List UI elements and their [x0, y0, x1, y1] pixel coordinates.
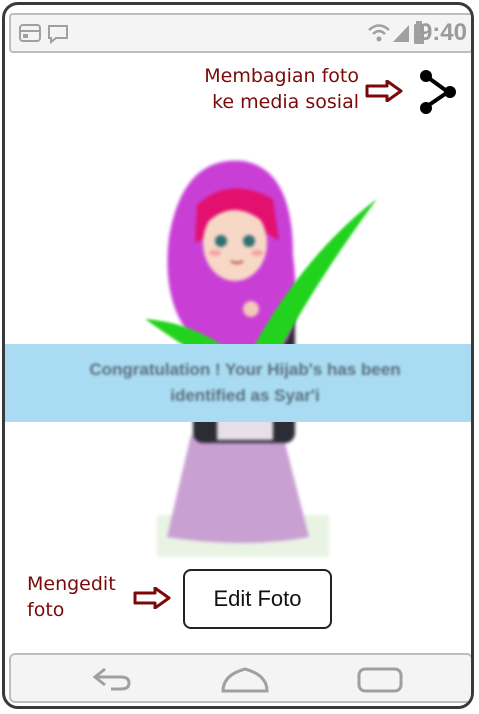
share-icon[interactable] — [417, 69, 459, 115]
edit-annotation: Mengedit foto — [27, 571, 116, 623]
status-bar: 9:40 — [9, 13, 471, 53]
navigation-bar — [9, 653, 471, 703]
edit-annotation-line2: foto — [27, 599, 65, 621]
wifi-icon — [368, 24, 390, 42]
app-window-icon — [19, 24, 41, 42]
arrow-right-icon — [133, 587, 171, 609]
share-annotation-line2: ke media sosial — [212, 91, 359, 113]
share-annotation: Membagian foto ke media sosial — [183, 63, 359, 115]
result-message: Congratulation ! Your Hijab's has been i… — [45, 357, 445, 409]
signal-icon — [393, 25, 409, 42]
share-annotation-line1: Membagian foto — [204, 65, 359, 87]
arrow-right-icon — [365, 80, 403, 102]
result-message-line2: identified as Syar'i — [170, 386, 320, 405]
phone-frame: 9:40 Membagian foto ke media sosial Cong… — [2, 2, 474, 709]
status-time: 9:40 — [418, 19, 467, 46]
home-icon[interactable] — [219, 665, 271, 695]
back-icon[interactable] — [91, 665, 133, 693]
edit-photo-button[interactable]: Edit Foto — [183, 569, 332, 629]
recents-icon[interactable] — [355, 665, 405, 695]
edit-annotation-line1: Mengedit — [27, 573, 116, 595]
message-icon — [48, 25, 68, 44]
result-message-line1: Congratulation ! Your Hijab's has been — [89, 360, 401, 379]
